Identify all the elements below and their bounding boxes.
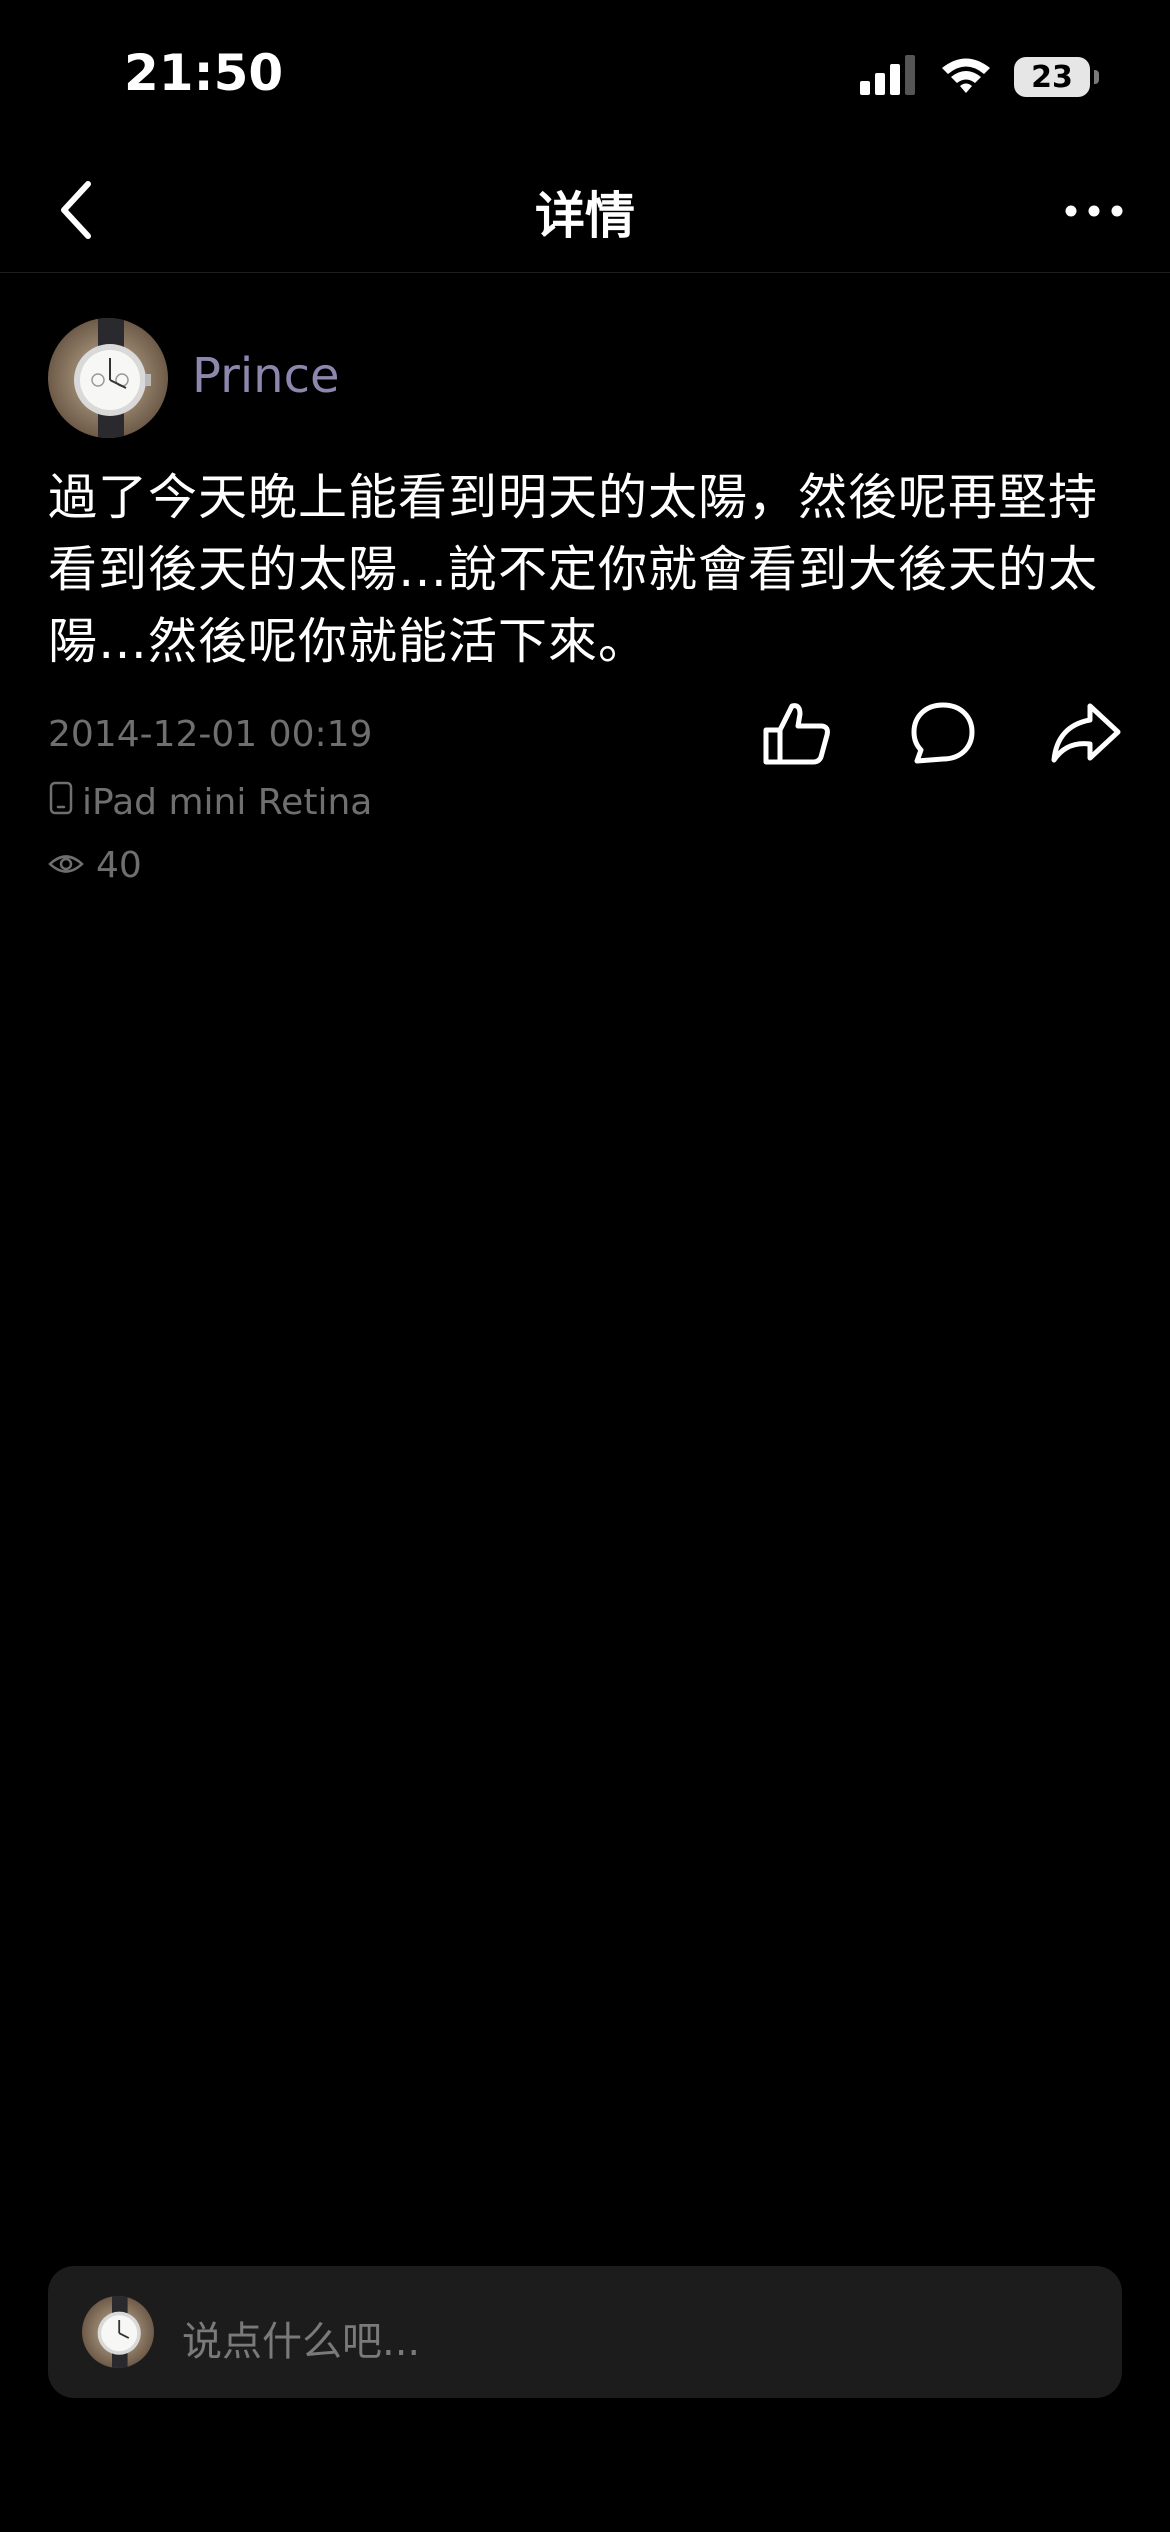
eye-icon (48, 845, 84, 886)
comment-icon (909, 700, 977, 770)
avatar[interactable] (48, 318, 168, 438)
status-time: 21:50 (124, 44, 284, 102)
share-button[interactable] (1041, 690, 1131, 780)
share-icon (1050, 700, 1122, 770)
page-title: 详情 (535, 187, 635, 245)
phone-icon (48, 780, 74, 825)
post-timestamp: 2014-12-01 00:19 (48, 714, 373, 755)
post-line: 陽…然後呢你就能活下來。 (48, 613, 649, 670)
comment-button[interactable] (898, 690, 988, 780)
status-icons: 23 (860, 52, 1099, 102)
battery-icon: 23 (1014, 57, 1099, 97)
status-bar: 21:50 23 (0, 0, 1170, 150)
view-count: 40 (96, 845, 142, 886)
more-button[interactable] (1044, 172, 1144, 252)
battery-tip (1094, 70, 1099, 84)
signal-icon (860, 55, 918, 99)
post-line: 看到後天的太陽…說不定你就會看到大後天的太 (48, 541, 1099, 598)
more-dots-icon (1064, 203, 1124, 222)
device-row: iPad mini Retina (48, 780, 372, 825)
nav-bar: 详情 (0, 150, 1170, 273)
wifi-icon (940, 55, 992, 99)
like-icon (762, 700, 832, 770)
author-name[interactable]: Prince (192, 348, 340, 404)
comment-placeholder: 说点什么吧... (182, 2319, 421, 2365)
comment-input-bar[interactable]: 说点什么吧... (48, 2266, 1122, 2398)
views-row: 40 (48, 845, 142, 886)
post-line: 過了今天晚上能看到明天的太陽，然後呢再堅持 (48, 469, 1099, 526)
post-content: 過了今天晚上能看到明天的太陽，然後呢再堅持 看到後天的太陽…說不定你就會看到大後… (48, 462, 1128, 678)
device-name: iPad mini Retina (82, 782, 373, 823)
like-button[interactable] (752, 690, 842, 780)
my-avatar (82, 2296, 154, 2368)
battery-level: 23 (1031, 59, 1073, 95)
